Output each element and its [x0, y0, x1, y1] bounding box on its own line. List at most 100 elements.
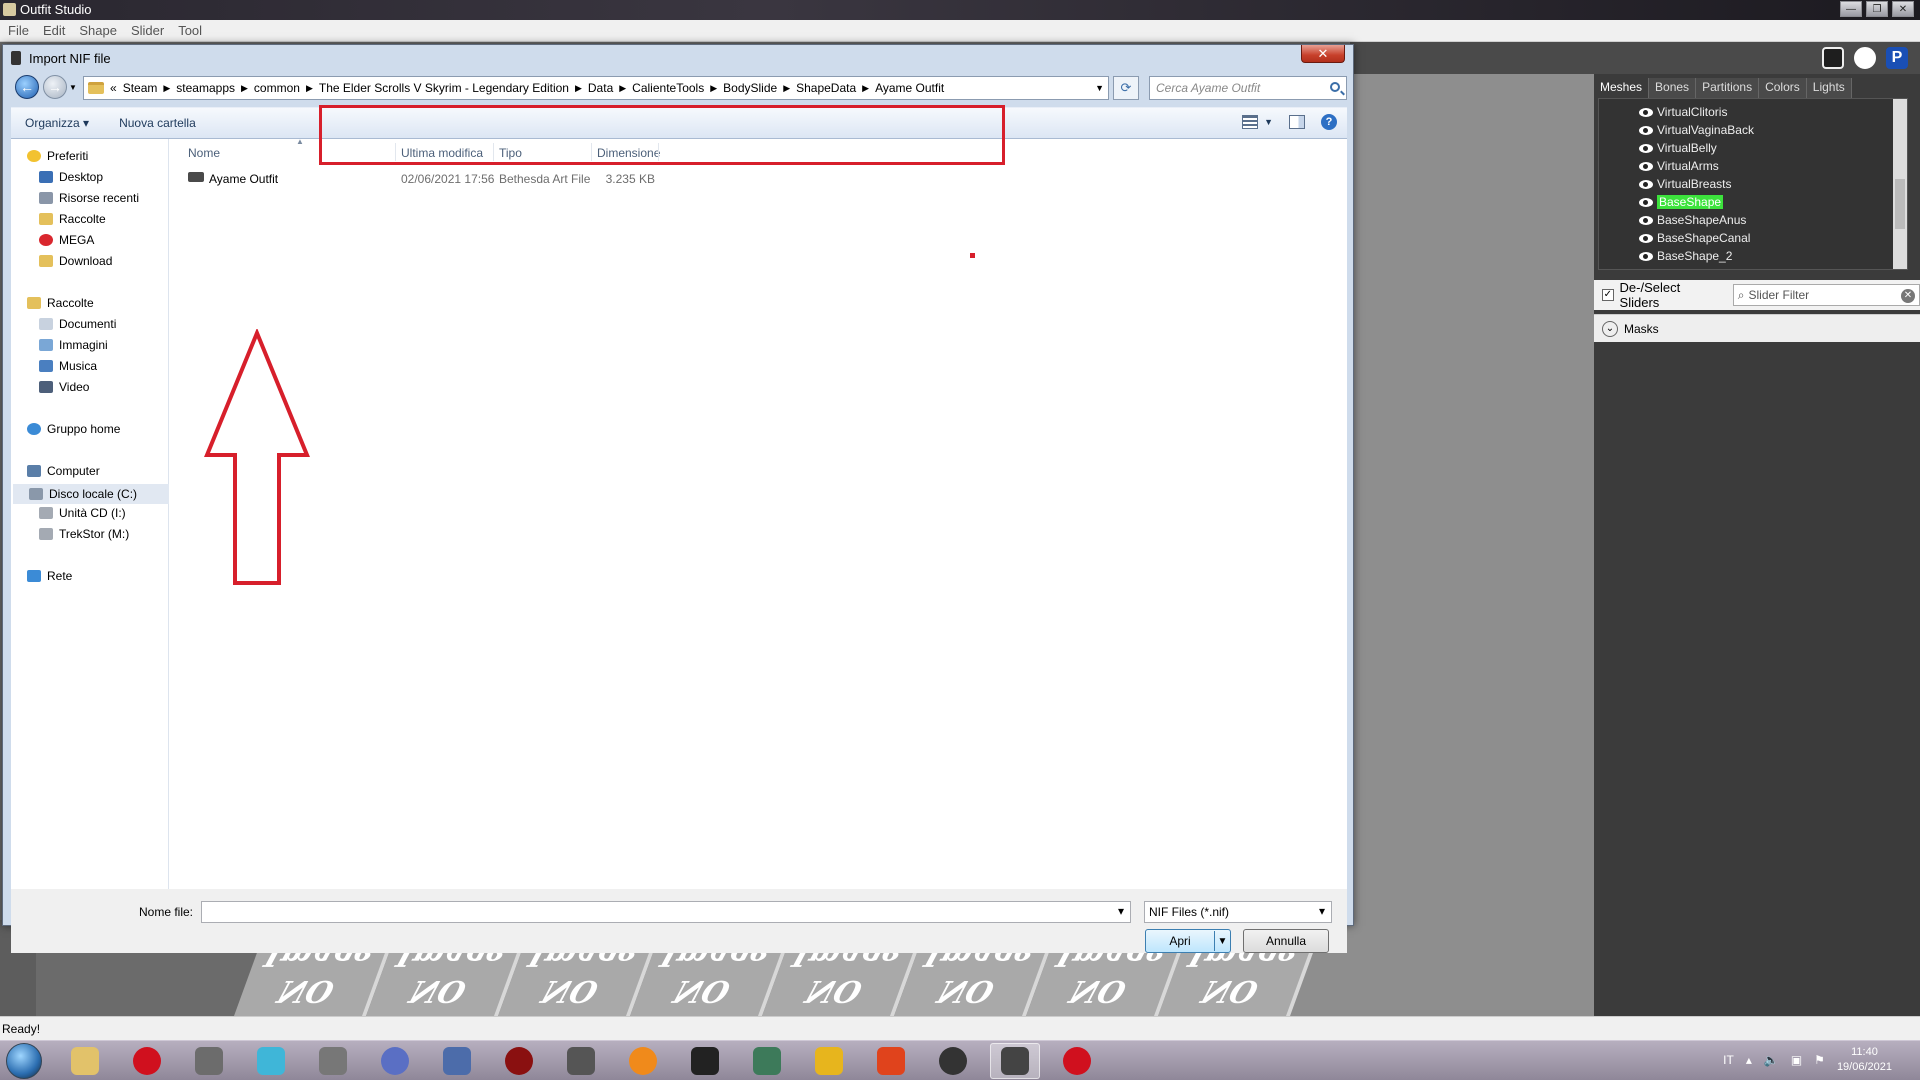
opera-icon[interactable] [122, 1043, 172, 1079]
breadcrumb-separator-icon[interactable]: ▶ [306, 83, 313, 94]
loot-icon[interactable] [804, 1043, 854, 1079]
nav-documents[interactable]: Documenti [39, 317, 116, 331]
view-options-icon[interactable] [1242, 115, 1259, 129]
nav-favorites[interactable]: Preferiti [27, 149, 88, 163]
open-button[interactable]: Apri ▼ [1145, 929, 1231, 953]
filetype-select[interactable]: NIF Files (*.nif) [1144, 901, 1332, 923]
scrollbar-thumb[interactable] [1895, 179, 1905, 229]
speaker-icon[interactable] [308, 1043, 358, 1079]
masks-bar[interactable]: ⌄ Masks [1594, 314, 1920, 342]
breadcrumb-data[interactable]: Data [588, 81, 613, 95]
breadcrumb-steamapps[interactable]: steamapps [176, 81, 235, 95]
breadcrumb-bodyslide[interactable]: BodySlide [723, 81, 777, 95]
nav-homegroup[interactable]: Gruppo home [27, 422, 120, 436]
cancel-button[interactable]: Annulla [1243, 929, 1329, 953]
recent-pages-dropdown[interactable]: ▼ [69, 83, 77, 92]
nav-collections[interactable]: Raccolte [39, 212, 106, 226]
nav-music[interactable]: Musica [39, 359, 97, 373]
explorer-icon[interactable] [60, 1043, 110, 1079]
tab-colors[interactable]: Colors [1759, 78, 1807, 98]
mesh-item[interactable]: BaseShapeAnus [1639, 211, 1746, 229]
nav-trekstor[interactable]: TrekStor (M:) [39, 527, 129, 541]
back-button[interactable]: ← [15, 75, 39, 99]
nav-libraries[interactable]: Raccolte [27, 296, 94, 310]
language-indicator[interactable]: IT [1723, 1053, 1734, 1067]
film-icon[interactable] [184, 1043, 234, 1079]
discord-icon[interactable] [1822, 47, 1844, 69]
breadcrumb-separator-icon[interactable]: ▶ [619, 83, 626, 94]
mesh-item[interactable]: VirtualArms [1639, 157, 1719, 175]
menu-shape[interactable]: Shape [79, 23, 117, 38]
opera-icon[interactable] [1052, 1043, 1102, 1079]
mesh-item[interactable]: VirtualBelly [1639, 139, 1717, 157]
tab-lights[interactable]: Lights [1806, 78, 1852, 98]
nav-mega[interactable]: MEGA [39, 233, 94, 247]
mesh-item-selected[interactable]: BaseShape [1639, 193, 1724, 211]
nav-desktop[interactable]: Desktop [39, 170, 103, 184]
menu-file[interactable]: File [8, 23, 29, 38]
search-icon[interactable] [1330, 82, 1340, 92]
outfit-studio-icon[interactable] [990, 1043, 1040, 1079]
nav-computer[interactable]: Computer [27, 464, 100, 478]
eye-icon[interactable] [1639, 197, 1653, 207]
breadcrumb-overflow[interactable]: « [110, 81, 117, 95]
breadcrumb-common[interactable]: common [254, 81, 300, 95]
breadcrumb-calientetools[interactable]: CalienteTools [632, 81, 704, 95]
breadcrumb-steam[interactable]: Steam [123, 81, 158, 95]
breadcrumb-separator-icon[interactable]: ▶ [783, 83, 790, 94]
nav-local-disk-c[interactable]: Disco locale (C:) [13, 484, 169, 504]
organize-button[interactable]: Organizza ▾ [11, 116, 99, 130]
refresh-button[interactable]: ⟳ [1113, 76, 1139, 100]
ffdec-icon[interactable] [370, 1043, 420, 1079]
mixer-icon[interactable] [556, 1043, 606, 1079]
close-button[interactable]: ✕ [1892, 1, 1914, 17]
pen-icon[interactable] [432, 1043, 482, 1079]
music-icon[interactable] [246, 1043, 296, 1079]
book-icon[interactable] [742, 1043, 792, 1079]
breadcrumb-separator-icon[interactable]: ▶ [163, 83, 170, 94]
eye-icon[interactable] [1639, 143, 1653, 153]
nav-recent[interactable]: Risorse recenti [39, 191, 139, 205]
mesh-list-scrollbar[interactable] [1893, 99, 1907, 269]
clock[interactable]: 11:40 19/06/2021 [1837, 1045, 1892, 1075]
start-button[interactable] [6, 1043, 42, 1079]
address-bar[interactable]: « Steam ▶ steamapps ▶ common ▶ The Elder Sc… [83, 76, 1109, 100]
address-dropdown-icon[interactable]: ▼ [1095, 83, 1104, 93]
search-input[interactable]: Cerca Ayame Outfit [1149, 76, 1347, 100]
nav-pictures[interactable]: Immagini [39, 338, 108, 352]
mesh-item[interactable]: BaseShapeCanal [1639, 229, 1750, 247]
preview-pane-icon[interactable] [1289, 115, 1305, 129]
new-folder-button[interactable]: Nuova cartella [99, 116, 206, 130]
github-icon[interactable] [1854, 47, 1876, 69]
breadcrumb-shapedata[interactable]: ShapeData [796, 81, 856, 95]
nav-download[interactable]: Download [39, 254, 112, 268]
mesh-item[interactable]: VirtualVaginaBack [1639, 121, 1754, 139]
flag-icon[interactable]: ⚑ [1814, 1053, 1825, 1067]
breadcrumb-separator-icon[interactable]: ▶ [862, 83, 869, 94]
breadcrumb-separator-icon[interactable]: ▶ [710, 83, 717, 94]
spider-icon[interactable] [494, 1043, 544, 1079]
breadcrumb-ayame-outfit[interactable]: Ayame Outfit [875, 81, 944, 95]
tab-partitions[interactable]: Partitions [1696, 78, 1760, 98]
maximize-button[interactable]: ❐ [1866, 1, 1888, 17]
forward-button[interactable]: → [43, 75, 67, 99]
chevron-up-icon[interactable]: ▴ [1746, 1053, 1752, 1067]
filename-input[interactable] [201, 901, 1131, 923]
f-app-icon[interactable] [866, 1043, 916, 1079]
nmm-icon[interactable] [680, 1043, 730, 1079]
eye-icon[interactable] [1639, 179, 1653, 189]
help-icon[interactable]: ? [1321, 114, 1337, 130]
eye-icon[interactable] [1639, 107, 1653, 117]
breadcrumb-separator-icon[interactable]: ▶ [241, 83, 248, 94]
audacity-icon[interactable] [618, 1043, 668, 1079]
network-icon[interactable]: ▣ [1791, 1053, 1802, 1067]
breadcrumb-separator-icon[interactable]: ▶ [575, 83, 582, 94]
dialog-close-button[interactable]: ✕ [1301, 45, 1345, 63]
slider-filter-input[interactable]: ⌕ Slider Filter ✕ [1732, 284, 1920, 306]
minimize-button[interactable]: — [1840, 1, 1862, 17]
creation-kit-icon[interactable] [928, 1043, 978, 1079]
mesh-item[interactable]: BaseShape_2 [1639, 247, 1732, 265]
eye-icon[interactable] [1639, 251, 1653, 261]
menu-edit[interactable]: Edit [43, 23, 65, 38]
nav-cd-drive[interactable]: Unità CD (I:) [39, 506, 126, 520]
